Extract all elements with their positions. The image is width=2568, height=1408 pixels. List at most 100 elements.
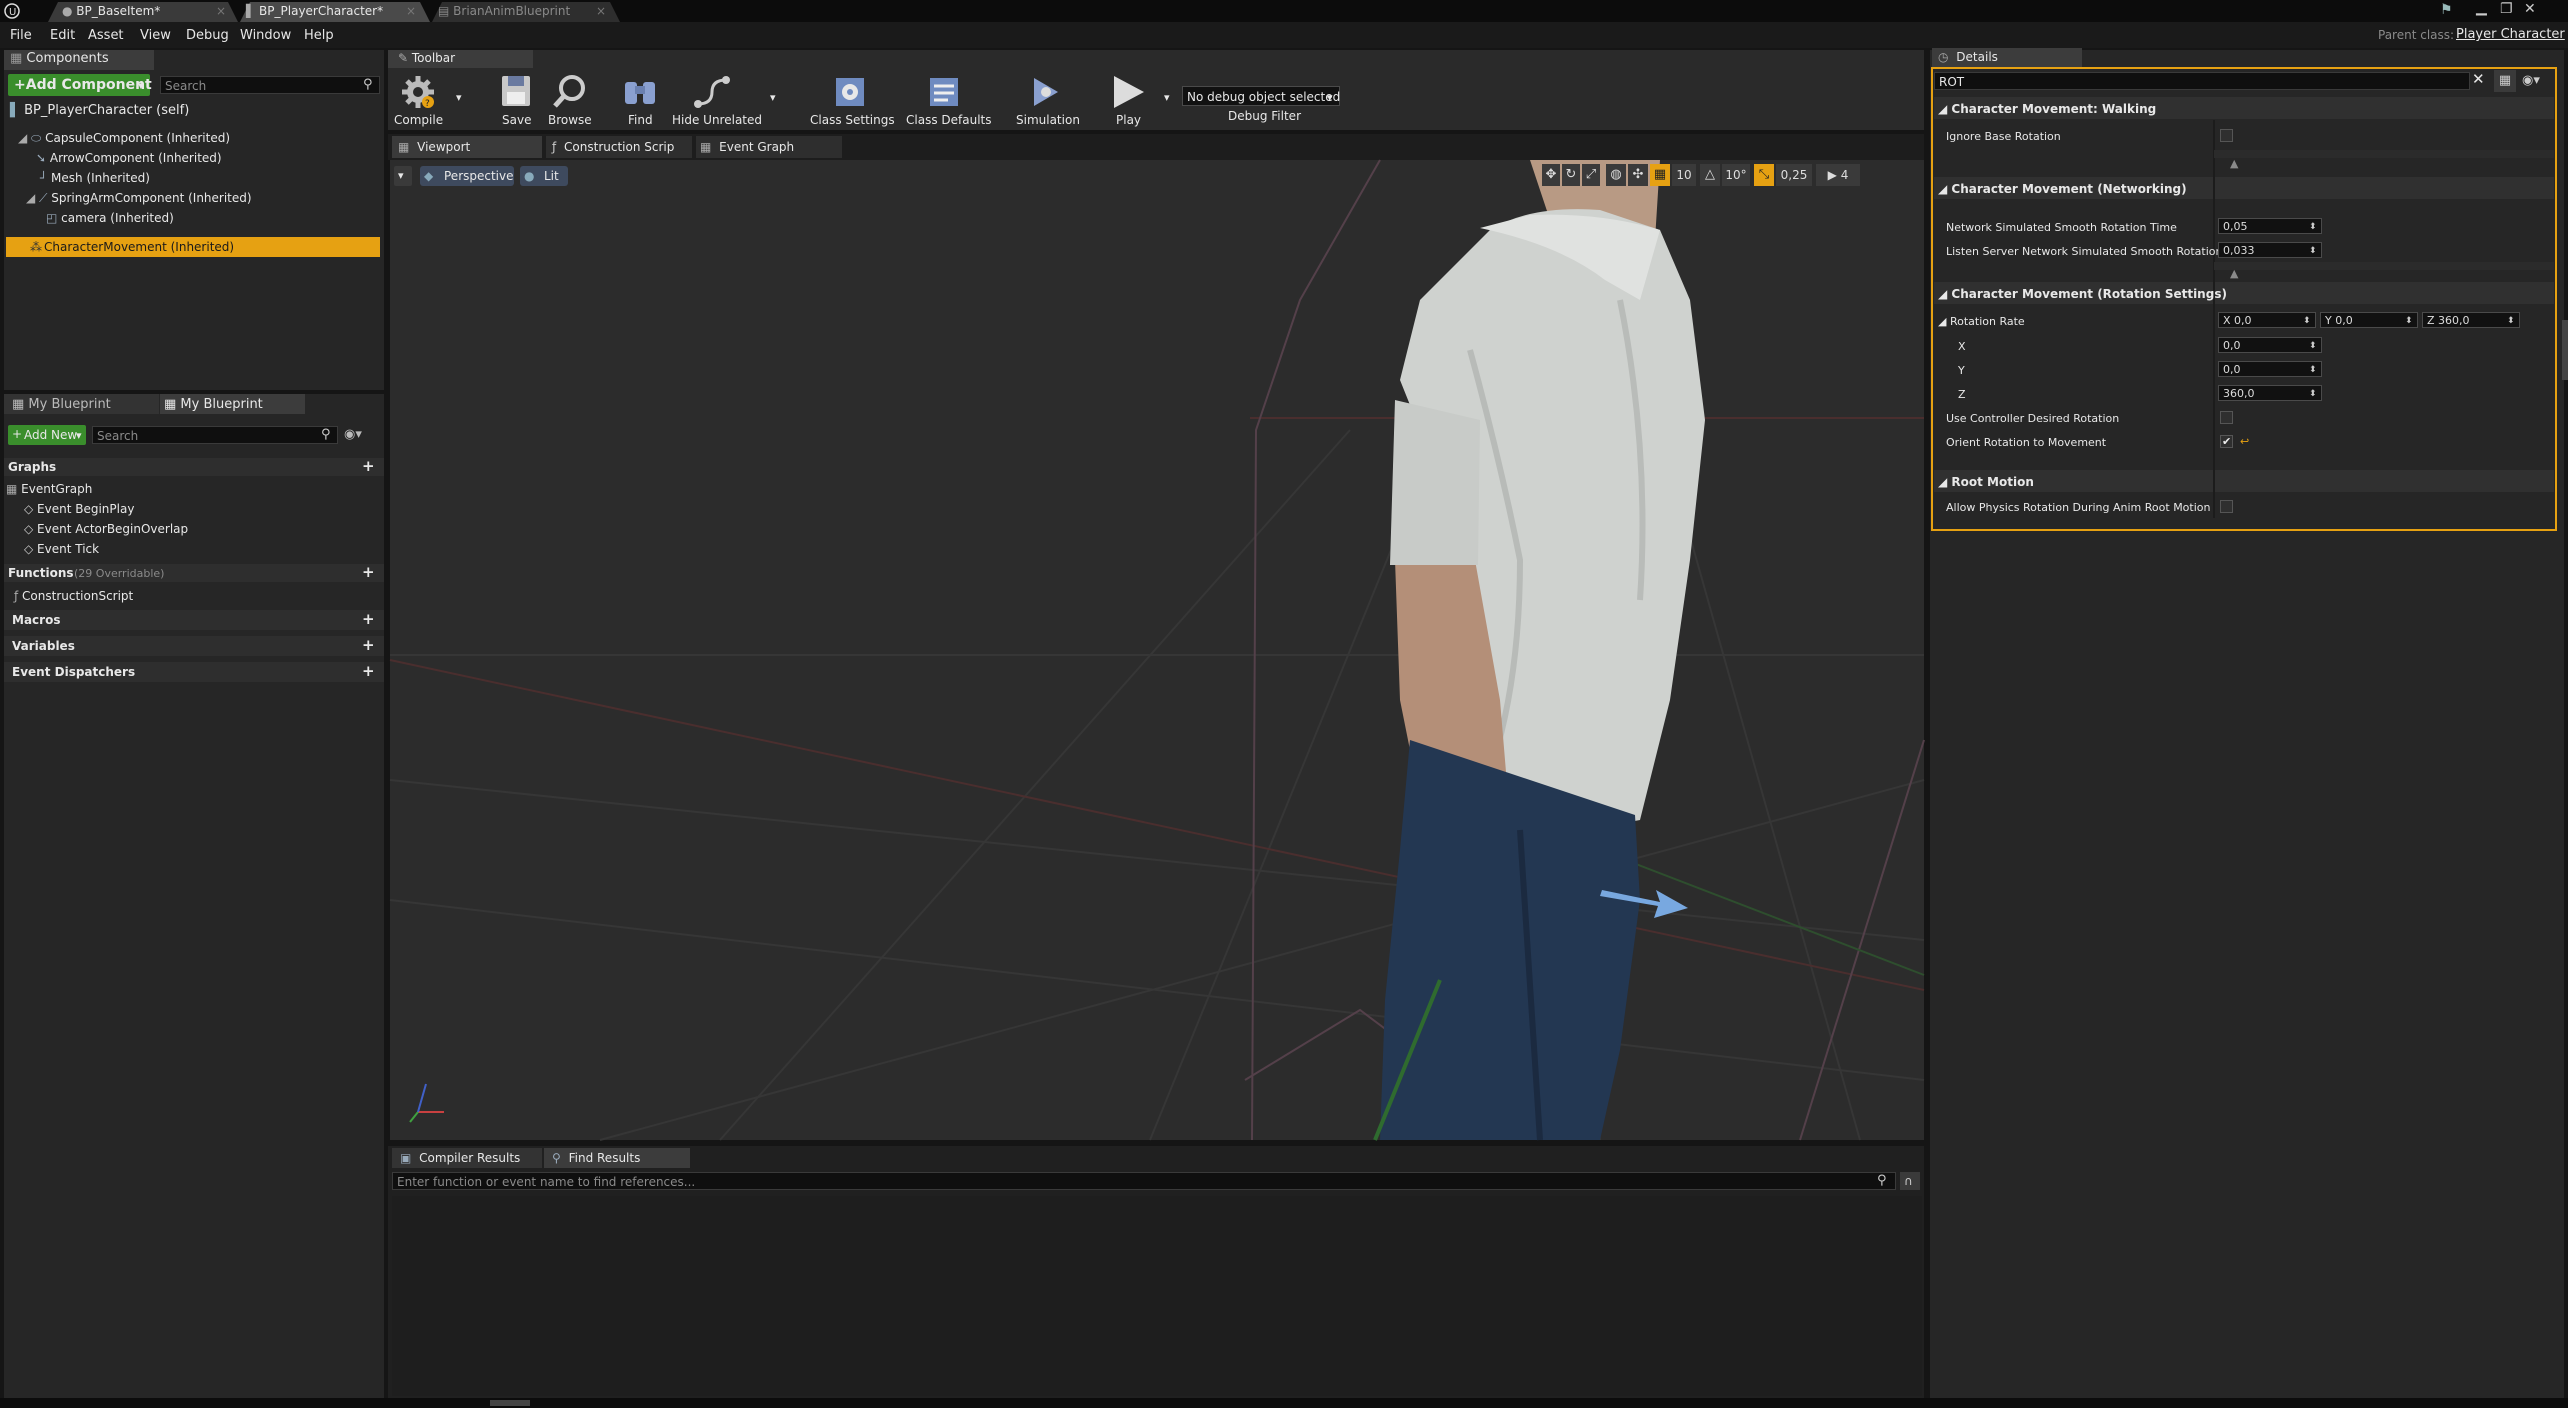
variables-category[interactable]: Variables + bbox=[4, 636, 384, 656]
scale-tool-icon[interactable]: ⤢ bbox=[1582, 164, 1600, 186]
simulation-button[interactable]: Simulation bbox=[1014, 70, 1082, 128]
ignore-base-rotation-checkbox[interactable] bbox=[2220, 129, 2233, 142]
ue-logo[interactable]: U bbox=[4, 3, 20, 19]
class-defaults-button[interactable]: Class Defaults bbox=[904, 70, 991, 128]
event-beginoverlap-item[interactable]: ◇ Event ActorBeginOverlap bbox=[24, 523, 188, 535]
spin-arrows-icon[interactable]: ⬍ bbox=[2303, 314, 2313, 326]
event-tick-item[interactable]: ◇ Event Tick bbox=[24, 543, 99, 555]
add-new-button[interactable]: + Add New ▾ bbox=[8, 425, 86, 445]
camera-speed-icon[interactable]: ▶ 4 bbox=[1816, 164, 1860, 186]
tree-item-springarm[interactable]: ◢ ⟋ SpringArmComponent (Inherited) bbox=[26, 192, 252, 204]
lit-button[interactable]: ● Lit bbox=[520, 166, 568, 186]
self-component[interactable]: ▌ BP_PlayerCharacter (self) bbox=[10, 104, 189, 117]
compile-options-arrow-icon[interactable]: ▾ bbox=[456, 92, 462, 103]
listen-smooth-field[interactable]: 0,033 ⬍ bbox=[2218, 242, 2322, 258]
toolbar-tab[interactable]: ✎ Toolbar bbox=[398, 52, 455, 64]
tab-viewport[interactable]: ▦ Viewport bbox=[398, 141, 470, 153]
section-rotation-settings[interactable]: ◢ Character Movement (Rotation Settings) bbox=[1938, 288, 2227, 300]
allow-physics-rotation-checkbox[interactable] bbox=[2220, 500, 2233, 513]
rotate-tool-icon[interactable]: ↻ bbox=[1562, 164, 1580, 186]
maximize-icon[interactable]: ❐ bbox=[2500, 2, 2513, 16]
components-search-input[interactable]: Search ⚲ bbox=[160, 76, 380, 94]
close-tab-icon[interactable]: × bbox=[596, 5, 606, 17]
tree-item-camera[interactable]: ◰ camera (Inherited) bbox=[46, 212, 174, 224]
find-results-tab[interactable]: ⚲ Find Results bbox=[552, 1152, 640, 1164]
section-walking[interactable]: ◢ Character Movement: Walking bbox=[1938, 103, 2156, 115]
viewport-options-button[interactable]: ▾ bbox=[394, 166, 412, 186]
visibility-eye-icon[interactable]: ◉▾ bbox=[344, 428, 362, 441]
close-tab-icon[interactable]: × bbox=[216, 5, 226, 17]
hide-unrelated-options-arrow-icon[interactable]: ▾ bbox=[770, 92, 776, 103]
construction-script-item[interactable]: ƒ ConstructionScript bbox=[14, 590, 133, 602]
expand-advanced-icon[interactable]: ▲ bbox=[2230, 158, 2238, 169]
compile-button[interactable]: ? Compile bbox=[394, 70, 443, 128]
scale-snap-icon[interactable]: ⤡ bbox=[1754, 164, 1774, 186]
add-dispatcher-plus-icon[interactable]: + bbox=[362, 664, 375, 679]
spin-arrows-icon[interactable]: ⬍ bbox=[2309, 387, 2319, 399]
use-controller-checkbox[interactable] bbox=[2220, 411, 2233, 424]
graphs-category[interactable]: Graphs + bbox=[4, 458, 384, 476]
hide-unrelated-button[interactable]: Hide Unrelated bbox=[670, 70, 762, 128]
tab-construction-script[interactable]: ƒ Construction Scrip bbox=[552, 141, 674, 153]
rotation-x-field[interactable]: 0,0 ⬍ bbox=[2218, 337, 2322, 353]
add-component-button[interactable]: +Add Component ▾ bbox=[8, 74, 152, 96]
functions-category[interactable]: Functions (29 Overridable) + bbox=[4, 564, 384, 582]
spin-arrows-icon[interactable]: ⬍ bbox=[2309, 220, 2319, 232]
search-icon[interactable]: ⚲ bbox=[363, 78, 373, 91]
grid-snap-icon[interactable]: ▦ bbox=[1650, 164, 1670, 186]
expand-advanced-icon[interactable]: ▲ bbox=[2230, 268, 2238, 279]
find-references-input[interactable]: Enter function or event name to find ref… bbox=[392, 1172, 1896, 1190]
close-tab-icon[interactable]: × bbox=[406, 5, 416, 17]
myblueprint-tab-1[interactable]: ▦ My Blueprint bbox=[12, 398, 111, 411]
menu-asset[interactable]: Asset bbox=[88, 29, 124, 42]
scale-snap-value[interactable]: 0,25 bbox=[1776, 164, 1812, 186]
spin-arrows-icon[interactable]: ⬍ bbox=[2309, 339, 2319, 351]
menu-view[interactable]: View bbox=[140, 29, 171, 42]
rotation-rate-x-field[interactable]: X 0,0 ⬍ bbox=[2218, 312, 2316, 328]
menu-debug[interactable]: Debug bbox=[186, 29, 229, 42]
tab-event-graph[interactable]: ▦ Event Graph bbox=[700, 141, 794, 153]
net-smooth-field[interactable]: 0,05 ⬍ bbox=[2218, 218, 2322, 234]
section-networking[interactable]: ◢ Character Movement (Networking) bbox=[1938, 183, 2187, 195]
search-icon[interactable]: ⚲ bbox=[1877, 1174, 1887, 1187]
rotation-rate-z-field[interactable]: Z 360,0 ⬍ bbox=[2422, 312, 2520, 328]
play-button[interactable]: Play bbox=[1106, 70, 1150, 128]
class-settings-button[interactable]: Class Settings bbox=[808, 70, 895, 128]
browse-button[interactable]: Browse bbox=[546, 70, 592, 128]
tree-item-mesh[interactable]: ┘ Mesh (Inherited) bbox=[40, 172, 150, 184]
add-macro-plus-icon[interactable]: + bbox=[362, 612, 375, 627]
rotation-snap-value[interactable]: 10° bbox=[1722, 164, 1750, 186]
event-graph-item[interactable]: ▦ EventGraph bbox=[6, 483, 92, 495]
world-local-icon[interactable]: ◍ bbox=[1606, 164, 1626, 186]
details-search-input[interactable]: ROT bbox=[1934, 72, 2470, 90]
translate-tool-icon[interactable]: ✥ bbox=[1542, 164, 1560, 186]
menu-file[interactable]: File bbox=[10, 29, 32, 42]
components-tab[interactable]: ▦ Components bbox=[10, 52, 109, 65]
find-button[interactable]: Find bbox=[620, 70, 660, 128]
close-window-icon[interactable]: ✕ bbox=[2524, 2, 2536, 16]
spin-arrows-icon[interactable]: ⬍ bbox=[2309, 244, 2319, 256]
doc-tab-playercharacter[interactable]: ▌ BP_PlayerCharacter* bbox=[246, 5, 383, 17]
property-matrix-icon[interactable]: ▦ bbox=[2494, 70, 2516, 92]
clear-search-icon[interactable]: ✕ bbox=[2472, 72, 2485, 87]
add-graph-plus-icon[interactable]: + bbox=[362, 459, 375, 474]
collapse-arrow-icon[interactable]: ◢ bbox=[26, 191, 39, 205]
search-icon[interactable]: ⚲ bbox=[321, 428, 331, 441]
compiler-results-tab[interactable]: ▣ Compiler Results bbox=[400, 1152, 520, 1164]
rotation-snap-icon[interactable]: △ bbox=[1700, 164, 1720, 186]
orient-rotation-checkbox[interactable]: ✔ bbox=[2220, 435, 2233, 448]
macros-category[interactable]: Macros + bbox=[4, 610, 384, 630]
event-beginplay-item[interactable]: ◇ Event BeginPlay bbox=[24, 503, 134, 515]
parent-class-link[interactable]: Player Character bbox=[2456, 28, 2565, 41]
myblueprint-search-input[interactable]: Search ⚲ bbox=[92, 426, 338, 444]
tree-item-capsule[interactable]: ◢ ⬭ CapsuleComponent (Inherited) bbox=[18, 132, 230, 144]
menu-help[interactable]: Help bbox=[304, 29, 334, 42]
rotation-rate-y-field[interactable]: Y 0,0 ⬍ bbox=[2320, 312, 2418, 328]
event-dispatchers-category[interactable]: Event Dispatchers + bbox=[4, 662, 384, 682]
rotation-z-field[interactable]: 360,0 ⬍ bbox=[2218, 385, 2322, 401]
find-in-all-blueprints-button[interactable]: ∩ bbox=[1900, 1172, 1920, 1190]
doc-tab-baseitem[interactable]: ● BP_BaseItem* bbox=[62, 5, 160, 17]
debug-object-select[interactable]: No debug object selected ▾ bbox=[1182, 86, 1340, 106]
grid-snap-value[interactable]: 10 bbox=[1672, 164, 1696, 186]
tree-item-charactermovement[interactable]: ⁂ CharacterMovement (Inherited) bbox=[6, 237, 380, 257]
